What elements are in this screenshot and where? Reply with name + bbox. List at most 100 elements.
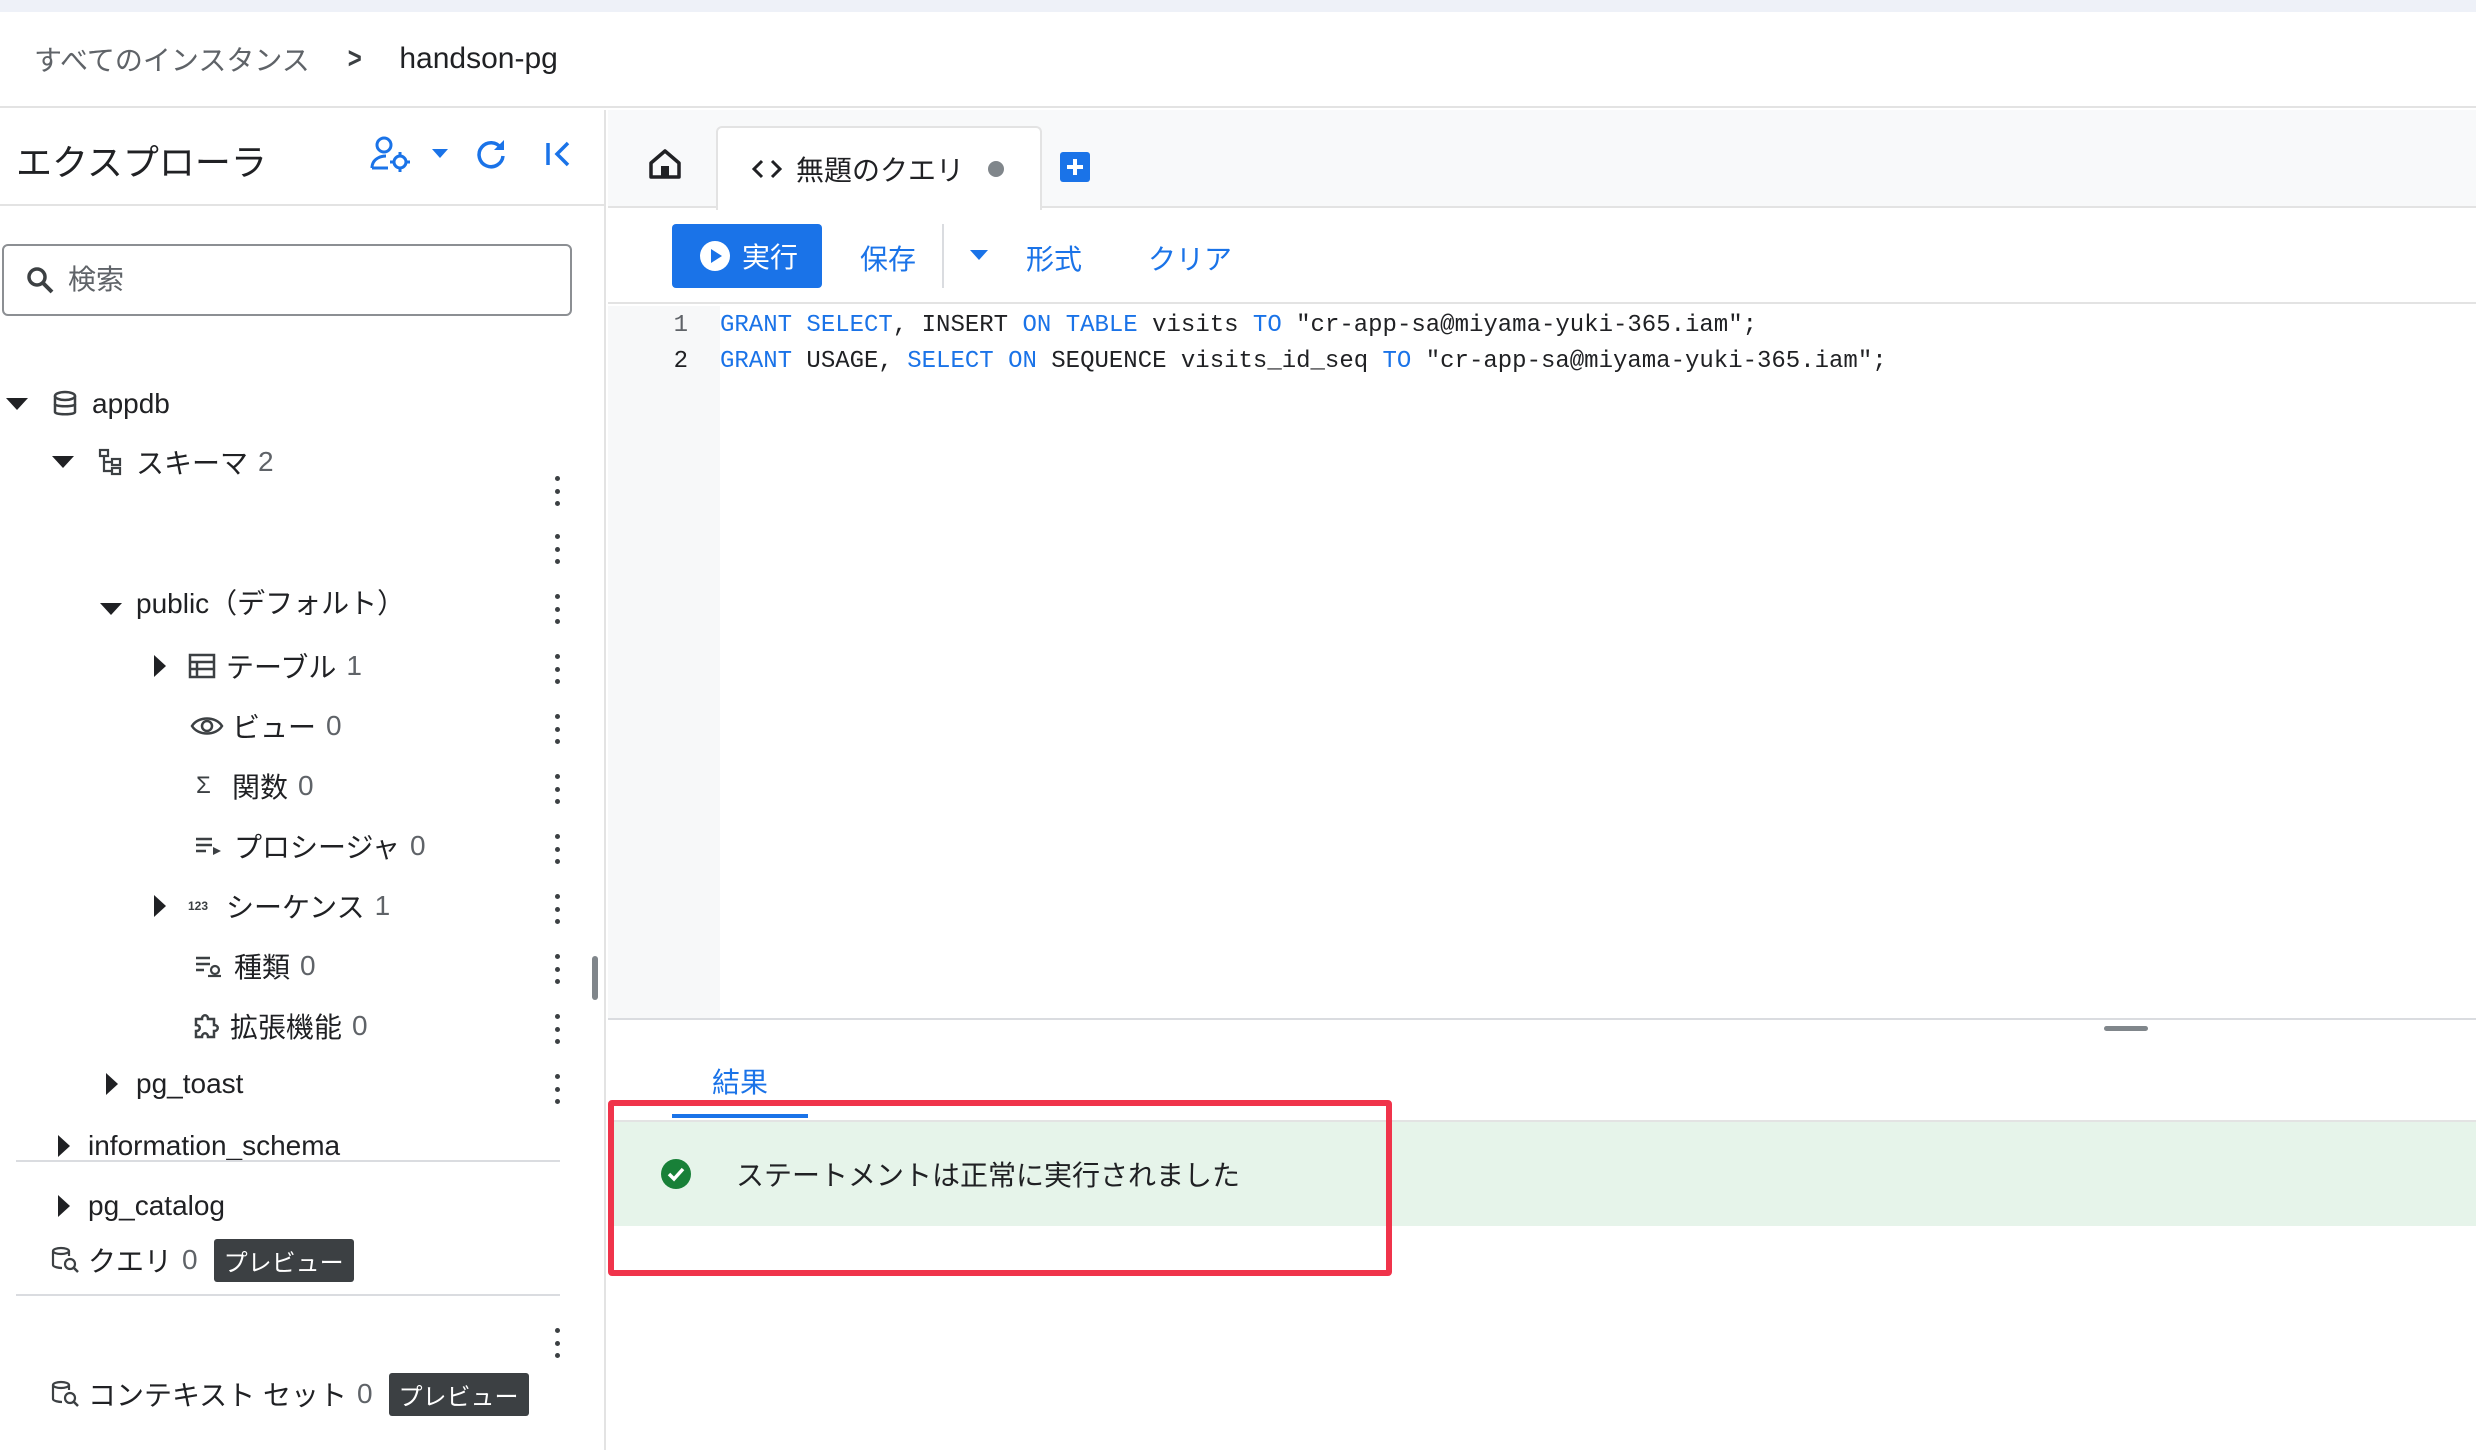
search-icon [27,267,54,294]
caret-right-icon[interactable] [154,895,166,917]
tree-item-functions[interactable]: Σ 関数 0 [196,758,314,814]
sql-keyword: ON [1022,312,1052,339]
tree-label: スキーマ [136,448,249,479]
caret-right-icon[interactable] [58,1135,70,1157]
tree-count: 2 [258,446,274,477]
tree-label: テーブル [226,652,337,683]
run-button[interactable]: 実行 [672,224,822,288]
home-icon[interactable] [648,148,682,185]
caret-right-icon[interactable] [106,1073,118,1095]
sql-text: SEQUENCE visits_id_seq [1036,348,1383,375]
tree-count: 0 [326,710,342,741]
explorer-search[interactable] [2,244,572,316]
explorer-sidebar: エクスプローラ 検索 appdb スキーマ 2 public（デフォルト） テー… [0,110,606,1450]
breadcrumb-current-instance: handson-pg [399,42,558,75]
sql-keyword: SELECT [907,348,994,375]
sql-keyword: TO [1382,348,1412,375]
search-input[interactable] [68,264,548,296]
caret-down-icon[interactable] [52,456,74,468]
caret-down-icon[interactable] [6,398,28,410]
tree-count: 0 [356,1378,373,1409]
breadcrumb-all-instances[interactable]: すべてのインスタンス [34,39,310,79]
line-number-gutter [608,306,720,1018]
sidebar-scrollbar[interactable] [592,956,598,1000]
clear-button[interactable]: クリア [1148,238,1232,278]
refresh-icon[interactable] [474,137,508,171]
resize-handle[interactable] [2104,1026,2148,1031]
more-vert-icon[interactable] [550,774,564,804]
more-vert-icon[interactable] [550,654,564,684]
tree-item-views[interactable]: ビュー 0 [190,698,342,754]
code-line[interactable]: GRANT SELECT, INSERT ON TABLE visits TO … [720,312,1757,339]
tree-label: pg_toast [136,1068,244,1099]
caret-right-icon[interactable] [154,655,166,677]
tree-item-types[interactable]: 種類 0 [194,938,316,994]
database-icon [53,390,77,416]
code-line[interactable]: GRANT USAGE, SELECT ON SEQUENCE visits_i… [720,348,1887,375]
tree-label: 種類 [234,952,291,983]
preview-badge: プレビュー [213,1238,354,1282]
saved-query-icon [51,1246,79,1273]
more-vert-icon[interactable] [550,1074,564,1104]
more-vert-icon[interactable] [550,714,564,744]
eye-icon [190,717,224,735]
tree-label: pg_catalog [88,1190,226,1221]
chevron-down-icon[interactable] [432,149,448,159]
tree-item-information-schema[interactable]: information_schema [58,1118,340,1174]
divider [16,1160,560,1162]
sql-keyword: SELECT [806,312,893,339]
more-vert-icon[interactable] [550,534,564,564]
more-vert-icon[interactable] [550,476,564,506]
editor-results-divider [608,1018,2476,1020]
more-vert-icon[interactable] [550,594,564,624]
sql-text: USAGE, [792,348,908,375]
more-vert-icon[interactable] [550,1328,564,1358]
top-strip [0,0,2476,12]
caret-right-icon[interactable] [58,1195,70,1217]
user-settings-icon[interactable] [370,134,414,174]
sql-text: "cr-app-sa@miyama-yuki-365.iam"; [1281,312,1758,339]
tree-item-sequences[interactable]: 123 シーケンス 1 [154,878,390,934]
tree-label: クエリ [88,1246,173,1277]
caret-down-icon[interactable] [100,603,122,615]
sql-keyword: ON [1008,348,1037,375]
more-vert-icon[interactable] [550,1014,564,1044]
tree-item-pg-toast[interactable]: pg_toast [106,1056,243,1112]
editor-toolbar: 実行 保存 形式 クリア [608,210,2476,304]
numbers-icon: 123 [188,899,209,913]
breadcrumb-separator: > [347,42,362,75]
tree-item-tables[interactable]: テーブル 1 [154,638,362,694]
save-button[interactable]: 保存 [860,238,916,278]
sql-keyword: GRANT [720,312,793,339]
more-vert-icon[interactable] [550,834,564,864]
tree-label: プロシージャ [234,832,401,863]
sql-editor[interactable]: 1 2 GRANT SELECT, INSERT ON TABLE visits… [608,306,2476,1018]
tree-item-extensions[interactable]: 拡張機能 0 [192,998,368,1054]
save-options-dropdown-icon[interactable] [970,250,988,260]
more-vert-icon[interactable] [550,954,564,984]
line-number: 1 [673,312,688,339]
format-button[interactable]: 形式 [1026,238,1082,278]
run-label: 実行 [742,242,799,273]
tree-item-public[interactable]: public（デフォルト） [100,574,405,630]
preview-badge: プレビュー [388,1372,529,1416]
unsaved-dot-icon [988,161,1005,177]
more-vert-icon[interactable] [550,894,564,924]
tree-label: シーケンス [226,892,365,923]
extension-puzzle-icon [194,1014,219,1039]
tree-label: 拡張機能 [230,1012,343,1043]
toolbar-divider [942,224,944,288]
code-icon [752,159,782,179]
context-sets-section[interactable]: コンテキスト セット 0 プレビュー [50,1366,529,1422]
saved-queries-section[interactable]: クエリ 0 プレビュー [50,1232,354,1288]
tab-untitled-query[interactable]: 無題のクエリ [716,126,1042,210]
tree-label: information_schema [88,1130,341,1161]
tree-item-schemas[interactable]: スキーマ 2 [52,434,274,490]
tree-item-appdb[interactable]: appdb [6,376,170,432]
tree-item-pg-catalog[interactable]: pg_catalog [58,1178,225,1234]
tree-item-procedures[interactable]: プロシージャ 0 [194,818,426,874]
add-tab-icon[interactable] [1060,152,1090,182]
annotation-highlight-box [608,1100,1392,1276]
collapse-panel-icon[interactable] [544,139,574,169]
sql-keyword: TABLE [1065,312,1138,339]
